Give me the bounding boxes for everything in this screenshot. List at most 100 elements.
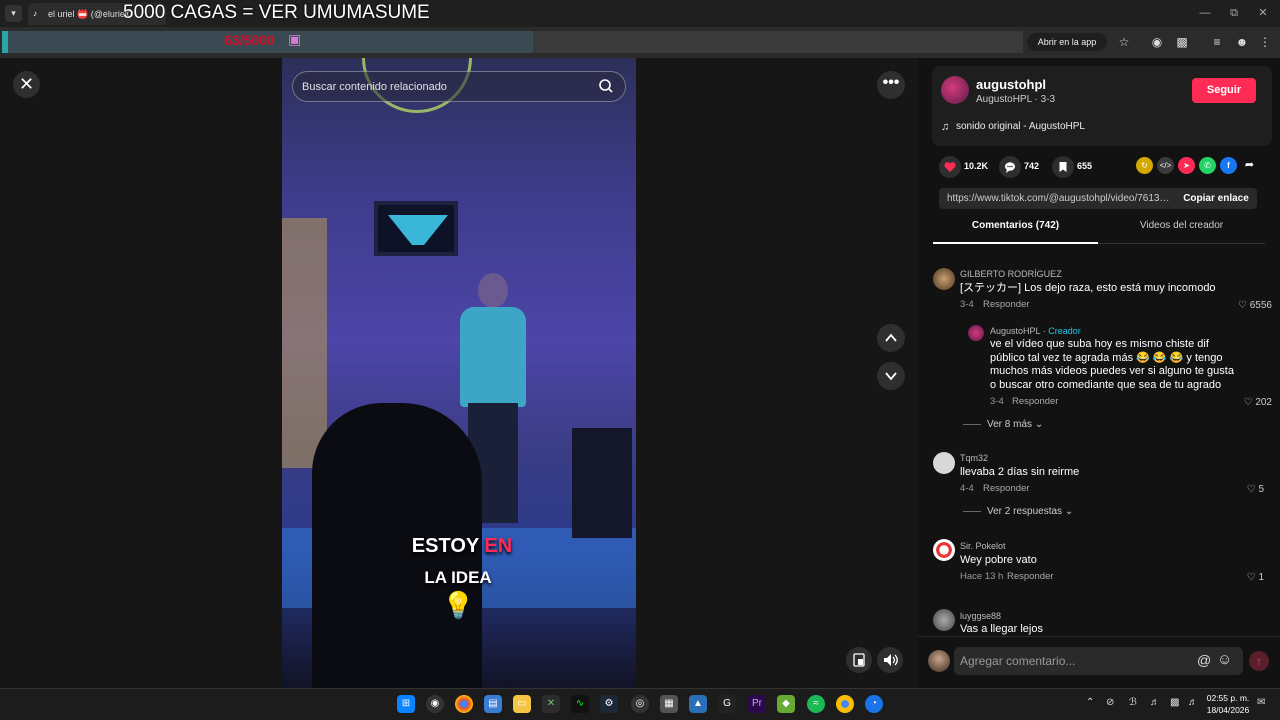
share-arrow-icon[interactable]: ➦ xyxy=(1241,157,1258,174)
bluetooth-icon[interactable]: ℬ xyxy=(1129,697,1137,708)
reply-button[interactable]: Responder xyxy=(983,299,1029,310)
app-icon[interactable]: ◎ xyxy=(631,695,649,713)
repost-icon[interactable]: ↻ xyxy=(1136,157,1153,174)
chrome-icon[interactable] xyxy=(455,695,473,713)
video-caption-line2: LA IDEA xyxy=(424,568,492,587)
comment-like[interactable]: ♡ 5 xyxy=(1232,484,1264,495)
search-icon[interactable] xyxy=(598,78,614,94)
copy-link-button[interactable]: Copiar enlace xyxy=(1176,189,1256,208)
microphone-icon[interactable]: ♬ xyxy=(1150,697,1160,708)
commenter-avatar[interactable] xyxy=(933,268,955,290)
video-caption-line1: ESTOY EN xyxy=(382,535,542,558)
steam-icon[interactable]: ⚙ xyxy=(600,695,618,713)
save-button[interactable] xyxy=(1052,156,1074,178)
tray-overflow-icon[interactable]: ⌃ xyxy=(1086,697,1094,708)
notification-icon[interactable]: ✉ xyxy=(1257,697,1265,708)
clock-time[interactable]: 02:55 p. m. xyxy=(1206,693,1250,703)
puzzle-icon[interactable]: ▩ xyxy=(1173,33,1191,51)
stream-overlay-title: 5000 CAGAS = VER UMUMASUME xyxy=(123,2,430,23)
commenter-avatar[interactable] xyxy=(933,539,955,561)
profile-avatar[interactable]: ☻ xyxy=(1233,33,1251,51)
premiere-icon[interactable]: Pr xyxy=(748,695,766,713)
lightbulb-icon: 💡 xyxy=(442,590,475,620)
embed-code-icon[interactable]: </> xyxy=(1157,157,1174,174)
sound-link[interactable]: sonido original - AugustoHPL xyxy=(956,121,1085,132)
minimize-window-icon[interactable]: — xyxy=(1197,5,1213,21)
notepad-icon[interactable]: ▤ xyxy=(484,695,502,713)
view-replies[interactable]: Ver 2 respuestas ⌄ xyxy=(963,506,1073,517)
speaker xyxy=(572,428,632,538)
reading-list-icon[interactable]: ≡ xyxy=(1208,33,1226,51)
author-avatar[interactable] xyxy=(941,76,969,104)
next-video-button[interactable] xyxy=(877,362,905,390)
browser-menu-icon[interactable]: ⋮ xyxy=(1256,33,1274,51)
comment-button[interactable] xyxy=(999,156,1021,178)
post-comment-button[interactable]: ↑ xyxy=(1249,651,1269,671)
emoji-icon[interactable]: ☺ xyxy=(1217,651,1232,668)
game-icon[interactable]: ◆ xyxy=(777,695,795,713)
related-search-input[interactable] xyxy=(302,78,492,95)
creator-badge: Creador xyxy=(1048,326,1081,336)
send-to-friend-icon[interactable]: ➤ xyxy=(1178,157,1195,174)
audio-icon[interactable]: ∿ xyxy=(571,695,589,713)
author-username[interactable]: augustohpl xyxy=(976,77,1046,92)
mention-icon[interactable]: @ xyxy=(1197,652,1211,668)
open-in-app-button[interactable]: Abrir en la app xyxy=(1027,33,1107,51)
browser-icon[interactable]: ◔ xyxy=(865,695,883,713)
wall-picture xyxy=(374,201,458,256)
extension-icon[interactable]: ◉ xyxy=(1148,33,1166,51)
url-field[interactable] xyxy=(533,31,1023,53)
picture-in-picture-button[interactable] xyxy=(846,647,872,673)
tab-list-chevron-icon[interactable]: ▾ xyxy=(5,5,22,22)
photos-icon[interactable]: ▲ xyxy=(689,695,707,713)
network-off-icon[interactable]: ⊘ xyxy=(1106,697,1114,708)
xbox-icon[interactable]: ✕ xyxy=(542,695,560,713)
file-explorer-icon[interactable]: ▭ xyxy=(513,695,531,713)
reply-author[interactable]: AugustoHPL · Creador xyxy=(990,326,1081,336)
restore-window-icon[interactable]: ⧉ xyxy=(1226,5,1242,21)
spotify-icon[interactable]: ≈ xyxy=(807,695,825,713)
reply-like-count: 202 xyxy=(1255,397,1272,408)
like-button[interactable] xyxy=(939,156,961,178)
more-options-button[interactable]: ••• xyxy=(877,71,905,99)
clock-date[interactable]: 18/04/2026 xyxy=(1206,705,1250,715)
close-window-icon[interactable]: ✕ xyxy=(1255,5,1271,21)
bookmark-star-icon[interactable]: ☆ xyxy=(1115,33,1133,51)
whatsapp-icon[interactable]: ✆ xyxy=(1199,157,1216,174)
volume-button[interactable] xyxy=(877,647,903,673)
calculator-icon[interactable]: ▦ xyxy=(660,695,678,713)
heart-outline-icon: ♡ xyxy=(1246,572,1256,583)
commenter-name[interactable]: GILBERTO RODRÍGUEZ xyxy=(960,269,1062,279)
creator-avatar[interactable] xyxy=(968,325,984,341)
comment-like[interactable]: ♡ 6556 xyxy=(1230,300,1272,311)
reply-like[interactable]: ♡ 202 xyxy=(1232,397,1272,408)
comment-text: [ステッカー] Los dejo raza, esto está muy inc… xyxy=(960,282,1216,294)
video-url[interactable]: https://www.tiktok.com/@augustohpl/video… xyxy=(947,193,1171,204)
reply-button[interactable]: Responder xyxy=(1012,396,1058,407)
commenter-name[interactable]: Sir. Pokelot xyxy=(960,541,1006,551)
cake-icon: ▣ xyxy=(288,31,302,47)
previous-video-button[interactable] xyxy=(877,324,905,352)
windows-start-icon[interactable]: ⊞ xyxy=(397,695,415,713)
comment-date: Hace 13 h xyxy=(960,571,1004,582)
commenter-name[interactable]: Tqm32 xyxy=(960,453,988,463)
tab-comments[interactable]: Comentarios (742) xyxy=(933,220,1098,244)
commenter-avatar[interactable] xyxy=(933,452,955,474)
stream-progress-text: 63/5000 xyxy=(224,32,275,48)
tab-creator-videos[interactable]: Videos del creador xyxy=(1098,220,1265,244)
chrome-alt-icon[interactable] xyxy=(836,695,854,713)
facebook-icon[interactable]: f xyxy=(1220,157,1237,174)
follow-button[interactable]: Seguir xyxy=(1192,78,1256,103)
display-icon[interactable]: ▩ xyxy=(1170,697,1179,708)
comment-like[interactable]: ♡ 1 xyxy=(1236,572,1264,583)
view-more-replies[interactable]: Ver 8 más ⌄ xyxy=(963,419,1043,430)
commenter-name[interactable]: luyggse88 xyxy=(960,611,1001,621)
commenter-avatar[interactable] xyxy=(933,609,955,631)
obs-icon[interactable]: ◉ xyxy=(426,695,444,713)
comment-input[interactable] xyxy=(960,652,1160,670)
volume-tray-icon[interactable]: ♬ xyxy=(1188,697,1198,708)
reply-button[interactable]: Responder xyxy=(1007,571,1053,582)
close-video-button[interactable]: ✕ xyxy=(13,71,40,98)
reply-button[interactable]: Responder xyxy=(983,483,1029,494)
g-hub-icon[interactable]: G xyxy=(718,695,736,713)
